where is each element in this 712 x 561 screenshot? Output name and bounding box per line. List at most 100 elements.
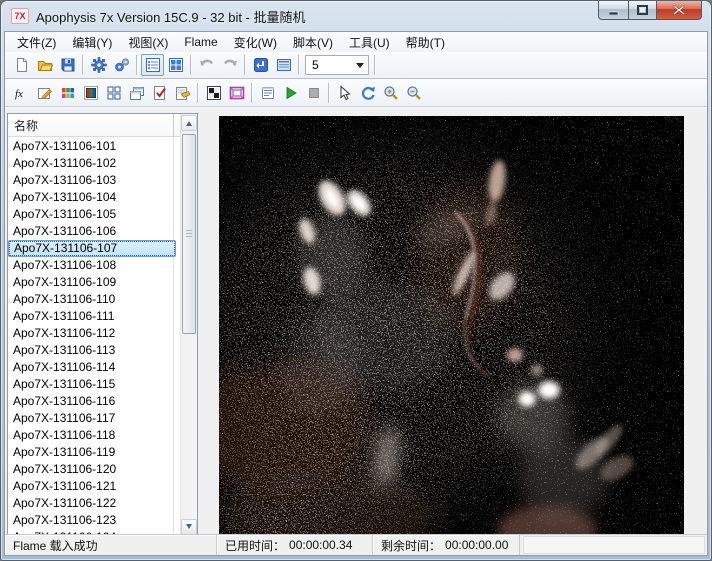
list-item[interactable]: Apo7X-131106-120 xyxy=(8,461,180,478)
generate-button[interactable] xyxy=(110,54,133,76)
list-item[interactable]: Apo7X-131106-104 xyxy=(8,189,180,206)
list-item[interactable]: Apo7X-131106-106 xyxy=(8,223,180,240)
new-flame-button[interactable] xyxy=(10,54,33,76)
gradient-button[interactable] xyxy=(79,82,102,104)
select-cursor-button[interactable] xyxy=(333,82,356,104)
list-item[interactable]: Apo7X-131106-118 xyxy=(8,427,180,444)
remaining-time-label: 剩余时间： xyxy=(381,537,441,554)
mutation-button[interactable] xyxy=(102,82,125,104)
load-previous-icon xyxy=(253,57,269,73)
list-view-button[interactable] xyxy=(141,54,164,76)
render-frame-icon xyxy=(229,85,245,101)
render-icon xyxy=(175,85,191,101)
list-item[interactable]: Apo7X-131106-107 xyxy=(8,240,176,257)
minimize-button[interactable] xyxy=(598,1,628,20)
list-item[interactable]: Apo7X-131106-111 xyxy=(8,308,180,325)
scroll-down-button[interactable] xyxy=(181,519,197,535)
list-item[interactable]: Apo7X-131106-123 xyxy=(8,512,180,529)
main-area: 名称 Apo7X-131106-101Apo7X-131106-102Apo7X… xyxy=(5,109,707,534)
app-window: 7X Apophysis 7x Version 15C.9 - 32 bit -… xyxy=(0,0,712,561)
toolbar-separator xyxy=(197,83,199,103)
menu-item[interactable]: 文件(Z) xyxy=(9,32,64,53)
toolbar-separator xyxy=(251,83,253,103)
zoom-in-button[interactable] xyxy=(379,82,402,104)
zoom-out-icon xyxy=(406,85,422,101)
list-item[interactable]: Apo7X-131106-119 xyxy=(8,444,180,461)
stop-script-button[interactable] xyxy=(302,82,325,104)
settings-gear-icon xyxy=(91,57,107,73)
remaining-time-panel: 剩余时间： 00:00:00.00 xyxy=(373,535,520,555)
list-item[interactable]: Apo7X-131106-101 xyxy=(8,138,180,155)
list-item[interactable]: Apo7X-131106-108 xyxy=(8,257,180,274)
transparency-checker-button[interactable] xyxy=(202,82,225,104)
settings-button[interactable] xyxy=(87,54,110,76)
edit-flame-button[interactable] xyxy=(33,82,56,104)
load-previous-button[interactable] xyxy=(249,54,272,76)
render-button[interactable] xyxy=(171,82,194,104)
list-item[interactable]: Apo7X-131106-103 xyxy=(8,172,180,189)
menu-item[interactable]: 变化(W) xyxy=(226,32,285,53)
quality-select-value: 5 xyxy=(306,58,352,72)
quality-select[interactable]: 5 xyxy=(305,55,369,75)
list-item[interactable]: Apo7X-131106-113 xyxy=(8,342,180,359)
list-item[interactable]: Apo7X-131106-109 xyxy=(8,274,180,291)
menu-item[interactable]: 编辑(Y) xyxy=(64,32,120,53)
formula-fx-button[interactable]: fx xyxy=(10,82,33,104)
scroll-up-button[interactable] xyxy=(181,115,197,131)
status-spacer-panel xyxy=(523,536,705,554)
fractal-preview[interactable] xyxy=(219,116,684,539)
menu-item[interactable]: 工具(U) xyxy=(341,32,398,53)
elapsed-time-value: 00:00:00.34 xyxy=(289,538,352,552)
editor-window-button[interactable] xyxy=(272,54,295,76)
list-item[interactable]: Apo7X-131106-102 xyxy=(8,155,180,172)
zoom-out-button[interactable] xyxy=(402,82,425,104)
close-button[interactable] xyxy=(657,1,702,20)
run-script-button[interactable] xyxy=(279,82,302,104)
status-message-panel: Flame 载入成功 xyxy=(5,535,217,555)
formula-fx-icon: fx xyxy=(14,85,30,101)
list-item[interactable]: Apo7X-131106-115 xyxy=(8,376,180,393)
list-item[interactable]: Apo7X-131106-116 xyxy=(8,393,180,410)
list-item[interactable]: Apo7X-131106-110 xyxy=(8,291,180,308)
adjust-button[interactable] xyxy=(148,82,171,104)
list-view-icon xyxy=(145,57,161,73)
thumbnail-view-icon xyxy=(168,57,184,73)
menu-item[interactable]: 脚本(V) xyxy=(285,32,341,53)
save-button[interactable] xyxy=(56,54,79,76)
menu-item[interactable]: Flame xyxy=(176,33,225,51)
gradient-icon xyxy=(83,85,99,101)
list-scrollbar xyxy=(180,114,197,536)
list-item[interactable]: Apo7X-131106-112 xyxy=(8,325,180,342)
fractal-render xyxy=(219,116,684,539)
list-item[interactable]: Apo7X-131106-114 xyxy=(8,359,180,376)
triangle-down-icon xyxy=(186,524,192,532)
column-header-divider[interactable] xyxy=(173,114,174,137)
remaining-time-value: 00:00:00.00 xyxy=(445,538,508,552)
redo-button[interactable] xyxy=(218,54,241,76)
cascade-windows-button[interactable] xyxy=(125,82,148,104)
render-frame-button[interactable] xyxy=(225,82,248,104)
rotate-view-button[interactable] xyxy=(356,82,379,104)
maximize-button[interactable] xyxy=(628,1,657,20)
list-item[interactable]: Apo7X-131106-105 xyxy=(8,206,180,223)
palette-button[interactable] xyxy=(56,82,79,104)
undo-button[interactable] xyxy=(195,54,218,76)
mutation-icon xyxy=(106,85,122,101)
menu-item[interactable]: 视图(X) xyxy=(120,32,176,53)
status-bar: Flame 载入成功 已用时间： 00:00:00.34 剩余时间： 00:00… xyxy=(5,534,707,555)
toolbar-separator xyxy=(82,55,84,75)
title-bar[interactable]: 7X Apophysis 7x Version 15C.9 - 32 bit -… xyxy=(1,1,711,31)
list-item[interactable]: Apo7X-131106-122 xyxy=(8,495,180,512)
run-script-icon xyxy=(283,85,299,101)
list-header-name[interactable]: 名称 xyxy=(8,114,180,137)
select-cursor-icon xyxy=(337,85,353,101)
list-item[interactable]: Apo7X-131106-117 xyxy=(8,410,180,427)
open-button[interactable] xyxy=(33,54,56,76)
edit-flame-icon xyxy=(37,85,53,101)
list-item[interactable]: Apo7X-131106-121 xyxy=(8,478,180,495)
thumbnail-view-button[interactable] xyxy=(164,54,187,76)
scrollbar-thumb[interactable] xyxy=(182,134,196,334)
menu-item[interactable]: 帮助(T) xyxy=(398,32,453,53)
redo-icon xyxy=(222,57,238,73)
script-button[interactable] xyxy=(256,82,279,104)
